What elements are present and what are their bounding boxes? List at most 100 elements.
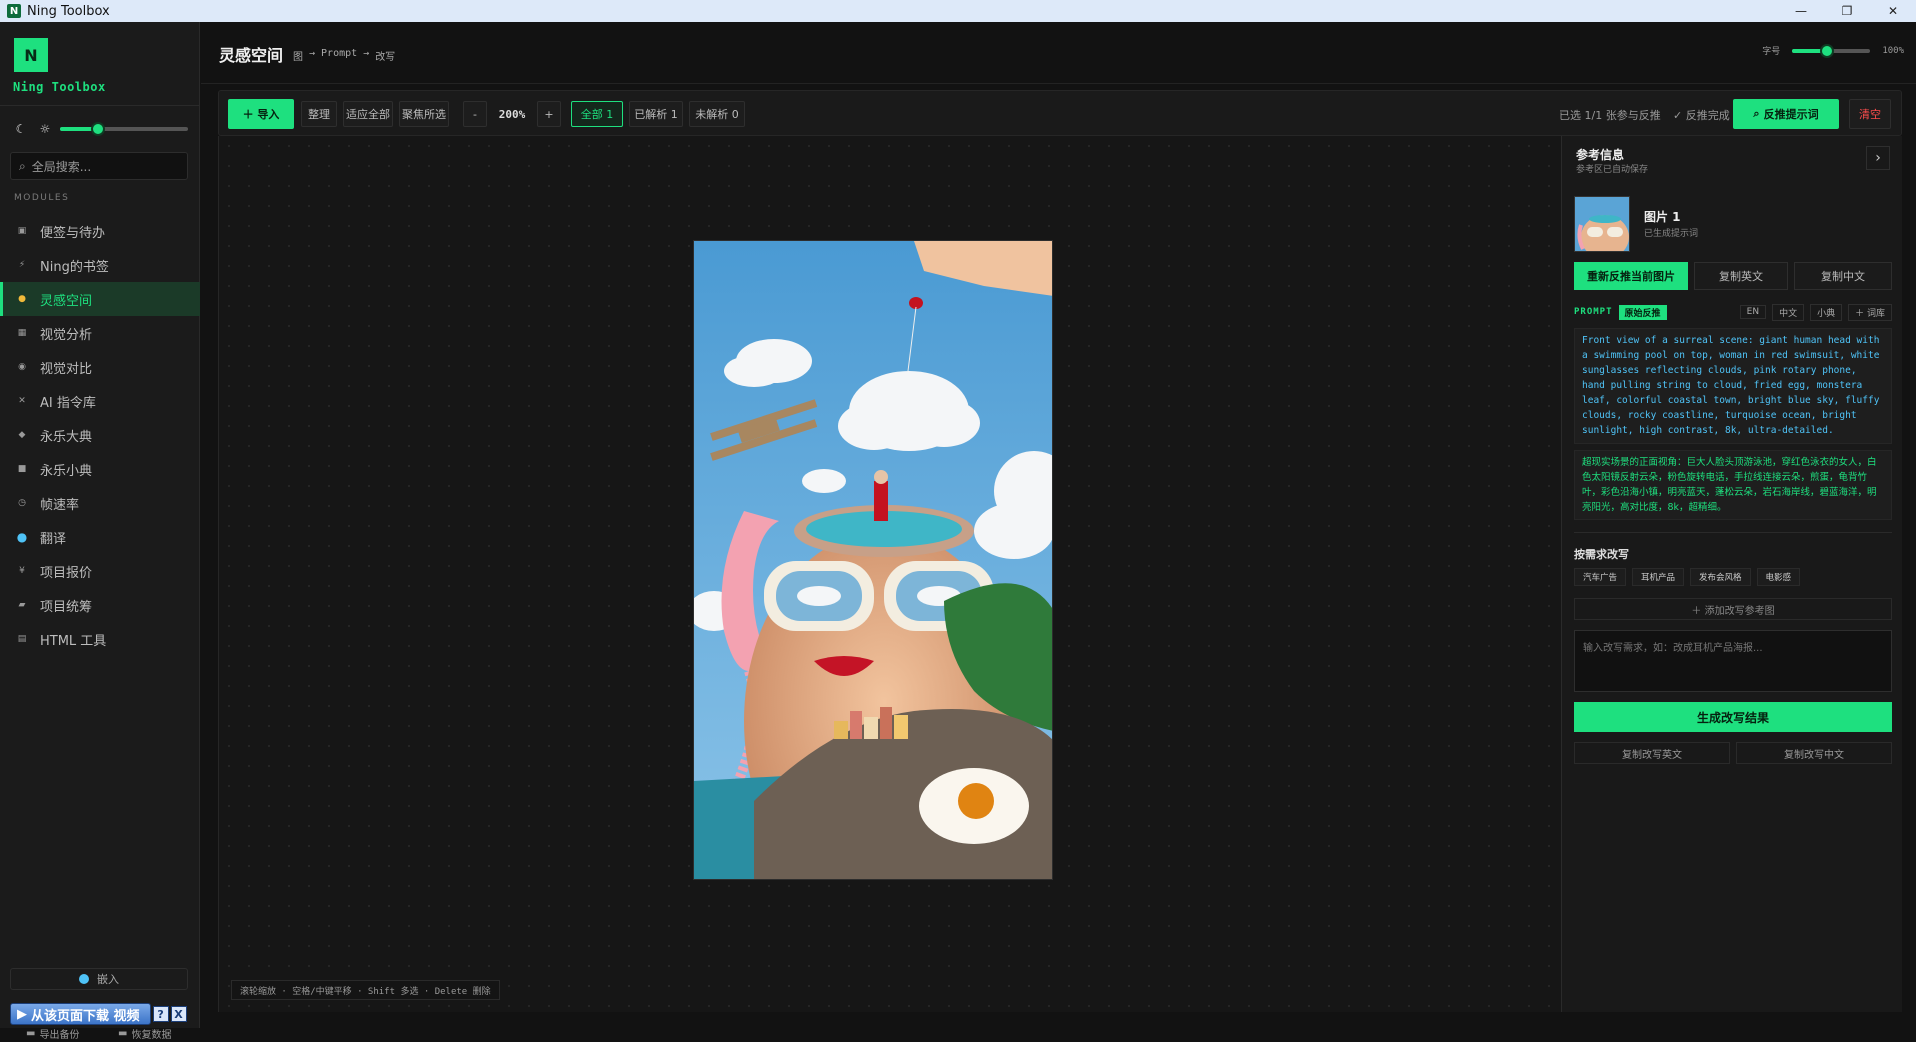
modules-label: MODULES bbox=[14, 193, 70, 203]
sidebar-divider bbox=[0, 105, 200, 106]
video-download-button[interactable]: ▶ 从该页面下载 视频 bbox=[10, 1003, 151, 1025]
video-download-bar: ▶ 从该页面下载 视频 ? X bbox=[10, 1003, 216, 1025]
sidebar-item[interactable]: ▰ 项目统筹 bbox=[0, 588, 200, 622]
reverse-prompt-button[interactable]: ⌕ 反推提示词 bbox=[1733, 99, 1839, 129]
thumbnail-image bbox=[1575, 197, 1629, 251]
sidebar-item-label: HTML 工具 bbox=[40, 633, 107, 649]
moon-icon[interactable]: ☾ bbox=[12, 120, 30, 138]
image-thumbnail[interactable] bbox=[1574, 196, 1630, 252]
prompt-english-text[interactable]: Front view of a surreal scene: giant hum… bbox=[1574, 328, 1892, 444]
generate-rewrite-button[interactable]: 生成改写结果 bbox=[1574, 702, 1892, 732]
rewrite-title: 按需求改写 bbox=[1574, 548, 1629, 561]
reanalyze-image-button[interactable]: 重新反推当前图片 bbox=[1574, 262, 1688, 290]
maximize-button[interactable]: ❐ bbox=[1824, 0, 1870, 22]
import-button[interactable]: ＋ 导入 bbox=[228, 99, 294, 129]
original-reverse-tag[interactable]: 原始反推 bbox=[1618, 304, 1667, 320]
lang-en-toggle[interactable]: EN bbox=[1739, 305, 1767, 319]
sidebar-item[interactable]: ◉ 视觉对比 bbox=[0, 350, 200, 384]
timer-icon: ◷ bbox=[18, 498, 26, 508]
rewrite-input[interactable] bbox=[1574, 630, 1892, 692]
zoom-in-button[interactable]: + bbox=[537, 101, 561, 127]
close-download-icon[interactable]: X bbox=[170, 1006, 187, 1022]
theme-controls: ☾ ☼ bbox=[12, 117, 188, 141]
export-backup-button[interactable]: ▬ 导出备份 bbox=[26, 1024, 79, 1042]
clear-button[interactable]: 清空 bbox=[1849, 99, 1891, 129]
reference-panel: 参考信息 参考区已自动保存 › 图片 1 已生成提示词 重新反推当前图片 复制英… bbox=[1561, 136, 1902, 1012]
canvas-toolbar: ＋ 导入 整理 适应全部 聚焦所选 - 200% + 全部 1 已解析 1 未解… bbox=[218, 90, 1902, 136]
preset-chip[interactable]: 发布会风格 bbox=[1690, 568, 1751, 586]
sidebar-item[interactable]: ■ 永乐小典 bbox=[0, 452, 200, 486]
page-header: 灵感空间 图 → Prompt → 改写 字号 100% bbox=[201, 22, 1916, 84]
sidebar-item[interactable]: ⚡ Ning的书签 bbox=[0, 248, 200, 282]
lang-zh-toggle[interactable]: 中文 bbox=[1772, 303, 1805, 321]
play-icon: ▶ bbox=[17, 1006, 27, 1022]
page-title: 灵感空间 bbox=[219, 46, 284, 65]
preset-chip[interactable]: 汽车广告 bbox=[1574, 568, 1627, 586]
yen-icon: ¥ bbox=[19, 566, 25, 576]
sidebar-item-label: 永乐大典 bbox=[40, 429, 93, 445]
minimize-button[interactable]: — bbox=[1778, 0, 1824, 22]
lexicon-button[interactable]: ＋ 词库 bbox=[1848, 303, 1892, 321]
breadcrumb-item: 图 bbox=[293, 52, 303, 63]
arrange-button[interactable]: 整理 bbox=[301, 101, 337, 127]
sidebar-item[interactable]: ▦ 视觉分析 bbox=[0, 316, 200, 350]
filter-parsed-tab[interactable]: 已解析 1 bbox=[629, 101, 683, 127]
global-search[interactable]: ⌕ 全局搜索... bbox=[10, 152, 188, 180]
sun-icon[interactable]: ☼ bbox=[36, 120, 54, 138]
reverse-done-status: ✓ 反推完成 bbox=[1673, 109, 1730, 122]
filter-all-tab[interactable]: 全部 1 bbox=[571, 101, 623, 127]
canvas-image-card[interactable] bbox=[693, 240, 1053, 880]
bolt-icon: ⚡ bbox=[18, 260, 26, 270]
breadcrumb: 图 → Prompt → 改写 bbox=[293, 48, 395, 63]
brightness-slider-knob[interactable] bbox=[91, 122, 105, 136]
embed-button[interactable]: 嵌入 bbox=[10, 968, 188, 990]
copy-rewrite-chinese-button[interactable]: 复制改写中文 bbox=[1736, 742, 1892, 764]
prompt-chinese-text[interactable]: 超现实场景的正面视角：巨大人脸头顶游泳池，穿红色泳衣的女人，白色太阳镜反射云朵，… bbox=[1574, 450, 1892, 520]
zoom-out-button[interactable]: - bbox=[463, 101, 487, 127]
sidebar-item[interactable]: ▤ HTML 工具 bbox=[0, 622, 200, 656]
restore-data-button[interactable]: ▬ 恢复数据 bbox=[118, 1024, 171, 1042]
preset-chip[interactable]: 耳机产品 bbox=[1632, 568, 1685, 586]
sidebar-item[interactable]: ▣ 便签与待办 bbox=[0, 214, 200, 248]
canvas-shortcut-hint: 滚轮缩放 · 空格/中键平移 · Shift 多选 · Delete 删除 bbox=[231, 980, 500, 1000]
focus-selected-button[interactable]: 聚焦所选 bbox=[399, 101, 449, 127]
small-dictionary-button[interactable]: 小典 bbox=[1810, 303, 1843, 321]
copy-english-button[interactable]: 复制英文 bbox=[1694, 262, 1788, 290]
image-status: 已生成提示词 bbox=[1644, 229, 1699, 239]
add-rewrite-reference-button[interactable]: ＋ 添加改写参考图 bbox=[1574, 598, 1892, 620]
diamond-icon: ◆ bbox=[18, 430, 26, 440]
sidebar-item[interactable]: ● 灵感空间 bbox=[0, 282, 200, 316]
close-window-button[interactable]: ✕ bbox=[1870, 0, 1916, 22]
sidebar-item[interactable]: ● 翻译 bbox=[0, 520, 200, 554]
sidebar-item[interactable]: ¥ 项目报价 bbox=[0, 554, 200, 588]
copy-chinese-button[interactable]: 复制中文 bbox=[1794, 262, 1892, 290]
sidebar-item[interactable]: ◷ 帧速率 bbox=[0, 486, 200, 520]
brightness-slider[interactable] bbox=[60, 122, 188, 136]
sidebar-item-label: 项目报价 bbox=[40, 565, 93, 581]
sidebar-item[interactable]: ◆ 永乐大典 bbox=[0, 418, 200, 452]
grid-icon: ▦ bbox=[17, 328, 27, 338]
brand-name: Ning Toolbox bbox=[13, 80, 106, 94]
copy-rewrite-english-button[interactable]: 复制改写英文 bbox=[1574, 742, 1730, 764]
breadcrumb-separator: → bbox=[309, 48, 316, 59]
sidebar-item[interactable]: ✕ AI 指令库 bbox=[0, 384, 200, 418]
inspiration-canvas[interactable]: 滚轮缩放 · 空格/中键平移 · Shift 多选 · Delete 删除 bbox=[218, 136, 1561, 1012]
chevron-right-icon[interactable]: › bbox=[1866, 146, 1890, 170]
fit-all-button[interactable]: 适应全部 bbox=[343, 101, 393, 127]
font-size-control: 字号 100% bbox=[1762, 43, 1904, 58]
reverse-prompt-label: 反推提示词 bbox=[1763, 108, 1819, 121]
sidebar-item-label: 便签与待办 bbox=[40, 225, 106, 241]
restore-icon: ▬ bbox=[118, 1027, 128, 1039]
help-icon[interactable]: ? bbox=[152, 1006, 169, 1022]
window-title: Ning Toolbox bbox=[27, 3, 110, 19]
sidebar-item-label: 帧速率 bbox=[40, 497, 80, 513]
search-icon: ⌕ bbox=[1753, 107, 1760, 120]
sidebar-item-label: 视觉分析 bbox=[40, 327, 93, 343]
filter-unparsed-tab[interactable]: 未解析 0 bbox=[689, 101, 745, 127]
font-size-slider[interactable] bbox=[1792, 43, 1871, 58]
sidebar-item-label: 项目统筹 bbox=[40, 599, 93, 615]
sidebar-item-label: 翻译 bbox=[40, 531, 67, 547]
prompt-label: PROMPT bbox=[1574, 307, 1613, 317]
preset-chip[interactable]: 电影感 bbox=[1756, 568, 1801, 586]
font-size-slider-knob[interactable] bbox=[1820, 43, 1835, 58]
